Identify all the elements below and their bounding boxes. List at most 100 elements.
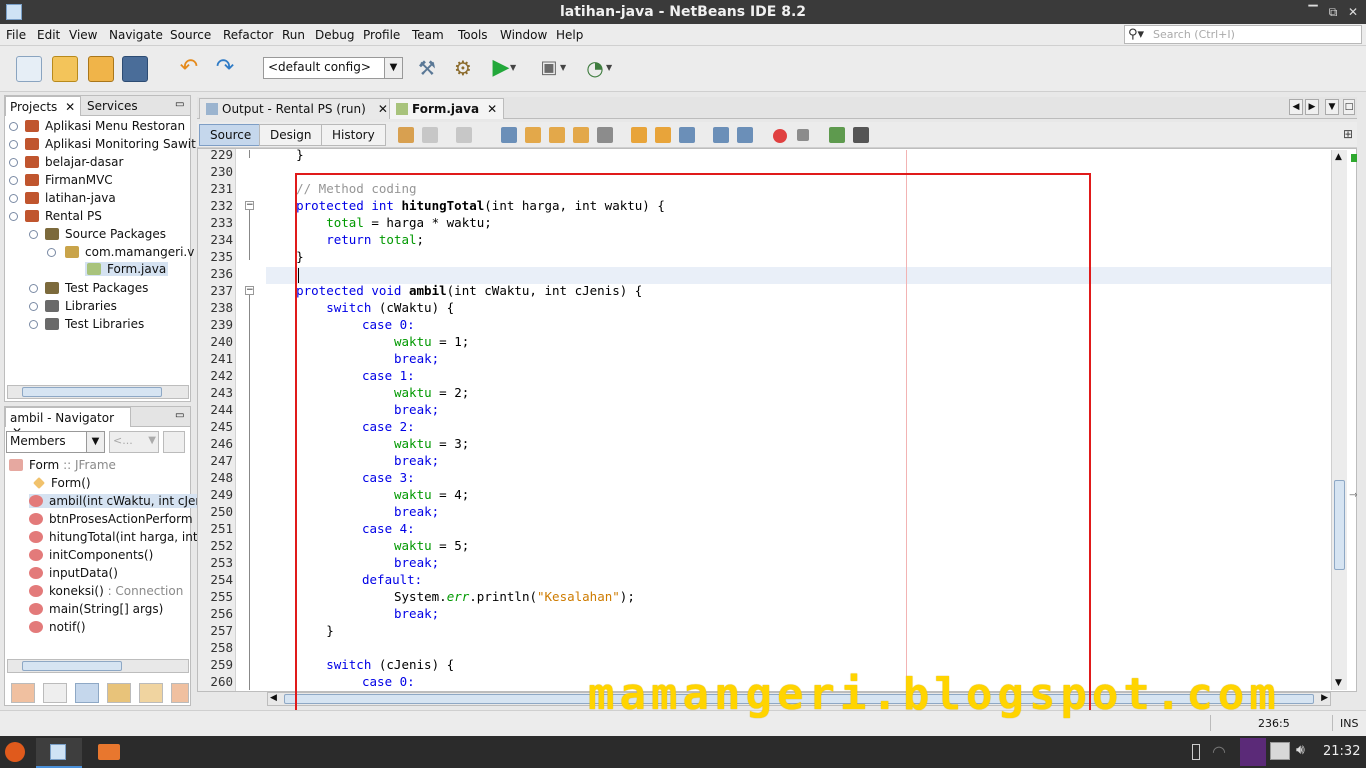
view-source-button[interactable]: Source [199,124,263,146]
menu-file[interactable]: File [6,28,26,42]
horizontal-scrollbar[interactable] [7,385,189,399]
battery-icon[interactable] [1192,744,1200,760]
menu-view[interactable]: View [69,28,97,42]
scroll-thumb[interactable] [1334,480,1345,570]
test-libraries-node[interactable]: Test Libraries [45,317,144,331]
menu-source[interactable]: Source [170,28,211,42]
chevron-down-icon[interactable]: ▼ [148,435,156,446]
close-icon[interactable]: ✕ [487,102,497,116]
filter-inherited-icon[interactable] [11,683,35,703]
next-bookmark-icon[interactable] [655,127,671,143]
debug-dropdown-icon[interactable]: ▼ [560,56,572,82]
scroll-left-icon[interactable]: ◀ [270,693,277,703]
tray-display-icon[interactable] [1270,742,1290,760]
editor-vertical-scrollbar[interactable]: ▲ ▼ [1331,150,1347,690]
project-aplikasi-monitoring-sawit[interactable]: Aplikasi Monitoring Sawit [25,137,196,151]
debug-icon[interactable]: ▣ [536,56,562,82]
new-project-icon[interactable] [52,56,78,82]
member-initcomponents[interactable]: initComponents() [29,548,153,562]
document-list-icon[interactable]: ▼ [1325,99,1339,115]
project-latihan-java[interactable]: latihan-java [25,191,116,205]
sort-source-icon[interactable] [171,683,189,703]
chevron-down-icon[interactable]: ▼ [86,432,104,452]
profile-dropdown-icon[interactable]: ▼ [606,56,618,82]
scroll-up-icon[interactable]: ▲ [1335,152,1342,162]
profile-icon[interactable]: ◔ [582,56,608,82]
member-hitungtotal[interactable]: hitungTotal(int harga, int [29,530,198,544]
navigator-root[interactable]: Form :: JFrame [9,458,116,472]
clean-build-icon[interactable]: ⚙ [450,56,476,82]
collapse-icon[interactable] [47,248,56,257]
project-aplikasi-menu-restoran[interactable]: Aplikasi Menu Restoran [25,119,185,133]
member-notif[interactable]: notif() [29,620,86,634]
scroll-down-icon[interactable]: ▼ [1335,678,1342,688]
expand-icon[interactable] [29,284,38,293]
menu-run[interactable]: Run [282,28,305,42]
taskbar-netbeans-button[interactable] [36,738,82,768]
minimize-panel-icon[interactable]: ▭ [171,96,188,116]
scroll-right-icon[interactable]: ▶ [1305,99,1319,115]
menu-profile[interactable]: Profile [363,28,400,42]
filter-fields-icon[interactable] [43,683,67,703]
tab-output-rental-ps[interactable]: Output - Rental PS (run) ✕ [199,98,395,119]
test-packages-node[interactable]: Test Packages [45,281,148,295]
build-icon[interactable]: ⚒ [414,56,440,82]
filter-static-icon[interactable] [75,683,99,703]
sort-name-icon[interactable] [139,683,163,703]
menu-team[interactable]: Team [412,28,444,42]
volume-icon[interactable]: 🔊︎ [1296,742,1305,758]
expand-icon[interactable] [29,302,38,311]
scroll-thumb[interactable] [22,661,122,671]
shift-left-icon[interactable] [713,127,729,143]
expand-icon[interactable] [9,194,18,203]
fold-collapse-icon[interactable]: − [245,286,254,295]
tray-app-icon[interactable] [1240,738,1266,766]
menu-debug[interactable]: Debug [315,28,354,42]
project-belajar-dasar[interactable]: belajar-dasar [25,155,123,169]
member-constructor[interactable]: Form() [33,476,91,490]
member-inputdata[interactable]: inputData() [29,566,118,580]
redo-icon[interactable]: ↷ [212,56,238,82]
shift-right-icon[interactable] [737,127,753,143]
search-input[interactable]: ⚲▾ Search (Ctrl+I) [1124,25,1362,44]
start-macro-icon[interactable] [773,129,787,143]
find-icon[interactable] [501,127,517,143]
package-node[interactable]: com.mamangeri.v [65,245,194,259]
member-ambil[interactable]: ambil(int cWaktu, int cJen [29,494,203,508]
maximize-editor-icon[interactable]: □ [1343,99,1355,115]
uncomment-icon[interactable] [853,127,869,143]
chevron-down-icon[interactable]: ▼ [384,58,402,78]
rect-selection-icon[interactable] [597,127,613,143]
undo-icon[interactable]: ↶ [176,56,202,82]
split-editor-icon[interactable]: ⊞ [1343,127,1359,143]
save-all-icon[interactable] [122,56,148,82]
member-main[interactable]: main(String[] args) [29,602,163,616]
last-edit-icon[interactable] [398,127,414,143]
project-rental-ps[interactable]: Rental PS [25,209,102,223]
toggle-bookmark-icon[interactable] [679,127,695,143]
scroll-right-icon[interactable]: ▶ [1321,693,1328,703]
file-manager-icon[interactable] [98,744,120,760]
scroll-thumb[interactable] [22,387,162,397]
forward-icon[interactable] [456,127,472,143]
tab-services[interactable]: Services [83,96,142,116]
fold-collapse-icon[interactable]: − [245,201,254,210]
menu-window[interactable]: Window [500,28,547,42]
tab-projects[interactable]: Projects ✕ [5,96,81,116]
expand-icon[interactable] [29,320,38,329]
toggle-highlight-icon[interactable] [573,127,589,143]
minimize-icon[interactable]: ▔ [1304,3,1322,21]
collapse-icon[interactable] [29,230,38,239]
menu-navigate[interactable]: Navigate [109,28,163,42]
member-btnproses[interactable]: btnProsesActionPerform [29,512,193,526]
run-dropdown-icon[interactable]: ▼ [510,56,522,82]
comment-icon[interactable] [829,127,845,143]
expand-icon[interactable] [9,158,18,167]
scroll-left-icon[interactable]: ◀ [1289,99,1303,115]
tab-form-java[interactable]: Form.java ✕ [389,98,505,119]
libraries-node[interactable]: Libraries [45,299,117,313]
ubuntu-menu-icon[interactable] [5,742,25,762]
horizontal-scrollbar[interactable] [7,659,189,673]
expand-icon[interactable] [9,122,18,131]
stop-macro-icon[interactable] [797,129,809,141]
